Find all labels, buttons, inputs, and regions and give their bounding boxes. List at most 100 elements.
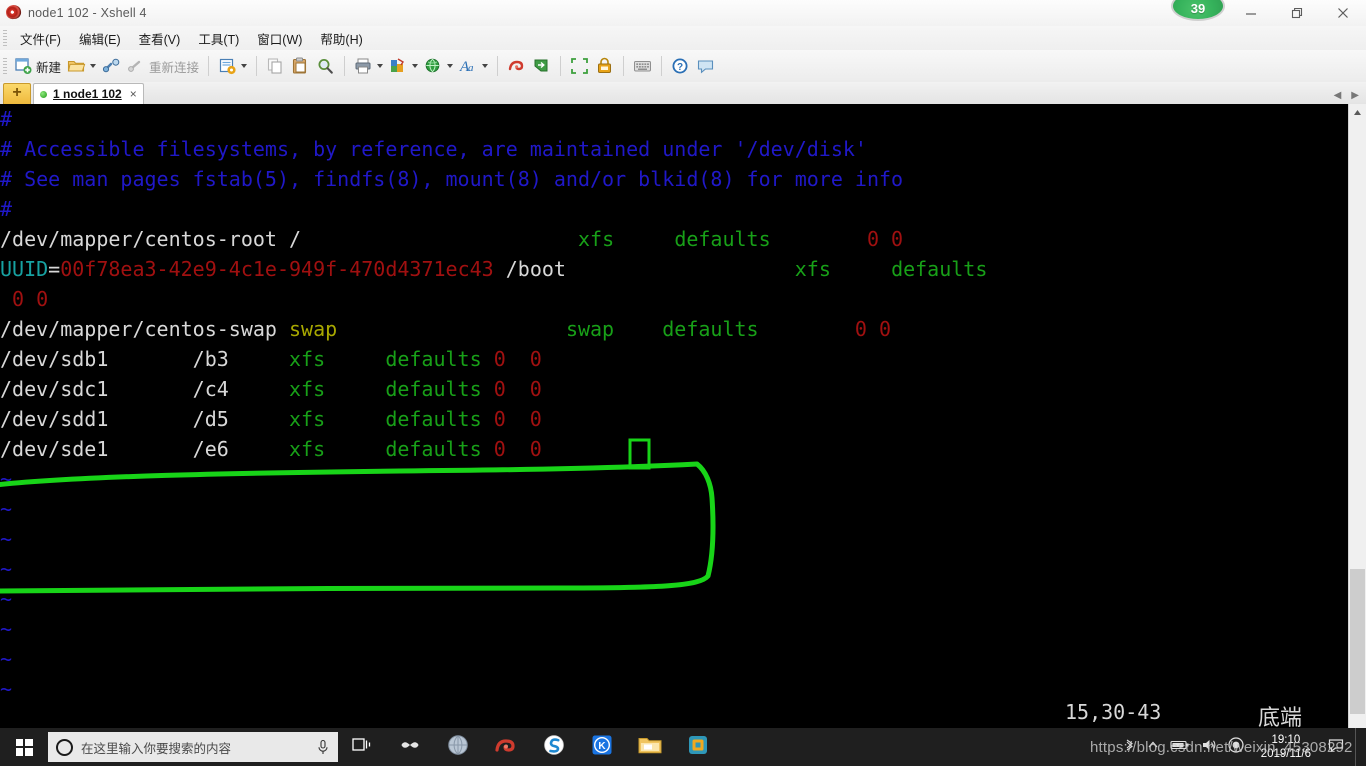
microphone-icon[interactable] xyxy=(316,739,330,756)
menu-edit[interactable]: 编辑(E) xyxy=(70,26,130,51)
toolbar-separator-6 xyxy=(623,56,625,76)
tab-label: 1 node1 102 xyxy=(53,87,122,101)
keyboard-icon xyxy=(633,57,652,75)
taskbar-app-xshell[interactable] xyxy=(482,728,530,766)
taskbar-app-wps[interactable]: K xyxy=(578,728,626,766)
taskbar-app-globe[interactable] xyxy=(434,728,482,766)
fullscreen-button[interactable] xyxy=(567,53,592,79)
scroll-up-icon[interactable] xyxy=(1349,104,1366,121)
windows-logo-icon xyxy=(15,738,33,756)
new-session-button[interactable]: 新建 xyxy=(11,53,64,79)
open-session-caret[interactable] xyxy=(90,64,97,68)
window-title: node1 102 - Xshell 4 xyxy=(28,6,147,20)
terminal-text: /dev/sde1 /e6 xyxy=(0,437,289,461)
terminal-text: xfs defaults xyxy=(288,407,494,431)
minimize-button[interactable] xyxy=(1228,0,1274,26)
task-view-button[interactable] xyxy=(338,728,386,766)
toolbar-separator-4 xyxy=(497,56,499,76)
terminal-text: # See man pages fstab(5), findfs(8), mou… xyxy=(0,167,904,191)
taskbar-app-pinwheel[interactable] xyxy=(386,728,434,766)
open-session-button[interactable] xyxy=(64,53,99,79)
help-icon: ? xyxy=(671,57,690,75)
color-scheme-caret[interactable] xyxy=(412,64,419,68)
xshell-button[interactable] xyxy=(504,53,529,79)
tab-scroll-right-icon[interactable]: ▶ xyxy=(1351,90,1359,101)
find-icon xyxy=(316,57,335,75)
taskbar-app-file-explorer[interactable] xyxy=(626,728,674,766)
connect-button[interactable] xyxy=(99,53,124,79)
scrollbar-thumb[interactable] xyxy=(1350,569,1365,714)
menu-help[interactable]: 帮助(H) xyxy=(311,26,371,51)
keyboard-button[interactable] xyxy=(630,53,655,79)
xshell-icon xyxy=(494,734,518,761)
session-manager-button[interactable] xyxy=(215,53,250,79)
search-input[interactable]: 在这里输入你要搜索的内容 xyxy=(48,732,338,762)
restore-button[interactable] xyxy=(1274,0,1320,26)
terminal-line: ~ xyxy=(0,524,1348,554)
color-scheme-button[interactable] xyxy=(386,53,421,79)
font-caret[interactable] xyxy=(482,64,489,68)
terminal-line: ~ xyxy=(0,464,1348,494)
terminal-text: = xyxy=(48,257,61,281)
session-manager-caret[interactable] xyxy=(241,64,248,68)
tab-node1-102[interactable]: 1 node1 102 × xyxy=(33,83,144,104)
terminal-text: 0 0 xyxy=(493,377,542,401)
start-button[interactable] xyxy=(0,728,48,766)
web-transfer-button[interactable] xyxy=(421,53,456,79)
new-tab-label: + xyxy=(12,84,22,101)
terminal-screen[interactable]: # # Accessible filesystems, by reference,… xyxy=(0,104,1348,728)
terminal-text: xfs defaults xyxy=(288,377,494,401)
xshell-window: node1 102 - Xshell 4 39 文件(F) 编辑(E) 查看(V… xyxy=(0,0,1366,766)
new-tab-button[interactable]: + xyxy=(3,83,31,104)
paste-button[interactable] xyxy=(288,53,313,79)
web-transfer-caret[interactable] xyxy=(447,64,454,68)
tab-close-icon[interactable]: × xyxy=(130,87,137,101)
feedback-button[interactable] xyxy=(693,53,718,79)
update-badge[interactable]: 39 xyxy=(1171,0,1225,21)
terminal-text: /dev/sdc1 /c4 xyxy=(0,377,289,401)
vmware-icon xyxy=(686,734,710,761)
tab-scroll-left-icon[interactable]: ◀ xyxy=(1334,90,1342,101)
terminal-text: swap xyxy=(288,317,338,341)
menu-window[interactable]: 窗口(W) xyxy=(248,26,311,51)
help-button[interactable]: ? xyxy=(668,53,693,79)
terminal-text: xfs defaults xyxy=(794,257,988,281)
file-explorer-icon xyxy=(637,734,663,761)
close-button[interactable] xyxy=(1320,0,1366,26)
show-desktop-button[interactable] xyxy=(1355,728,1362,766)
cortana-icon xyxy=(56,738,73,756)
terminal-line: ~ xyxy=(0,494,1348,524)
xftp-button[interactable] xyxy=(529,53,554,79)
taskbar-app-sogou[interactable] xyxy=(530,728,578,766)
toolbar-separator-2 xyxy=(256,56,258,76)
toolbar-separator-3 xyxy=(344,56,346,76)
globe-icon xyxy=(447,734,469,761)
find-button[interactable] xyxy=(313,53,338,79)
print-caret[interactable] xyxy=(377,64,384,68)
menu-file[interactable]: 文件(F) xyxy=(11,26,70,51)
menu-grip[interactable] xyxy=(3,30,7,46)
new-session-label: 新建 xyxy=(36,60,62,75)
print-button[interactable] xyxy=(351,53,386,79)
terminal-scrollbar[interactable] xyxy=(1348,104,1366,728)
menu-view[interactable]: 查看(V) xyxy=(130,26,190,51)
reconnect-button: 重新连接 xyxy=(124,53,202,79)
terminal-text: ~ xyxy=(0,617,13,641)
menu-tools[interactable]: 工具(T) xyxy=(189,26,248,51)
svg-text:K: K xyxy=(598,741,606,752)
terminal-text: 0 0 xyxy=(866,227,904,251)
reconnect-label: 重新连接 xyxy=(149,60,200,75)
terminal-text: /dev/mapper/centos-root / xyxy=(0,227,302,251)
taskbar-app-vmware[interactable] xyxy=(674,728,722,766)
lock-button[interactable] xyxy=(592,53,617,79)
terminal-line: ~ xyxy=(0,614,1348,644)
terminal-text: /boot xyxy=(493,257,566,281)
update-badge-count: 39 xyxy=(1190,1,1206,16)
menu-bar: 文件(F) 编辑(E) 查看(V) 工具(T) 窗口(W) 帮助(H) xyxy=(0,26,1366,51)
font-button[interactable]: A a xyxy=(456,53,491,79)
sogou-icon xyxy=(542,734,566,761)
lock-icon xyxy=(595,57,614,75)
toolbar-grip[interactable] xyxy=(3,58,7,74)
svg-text:a: a xyxy=(468,62,474,74)
